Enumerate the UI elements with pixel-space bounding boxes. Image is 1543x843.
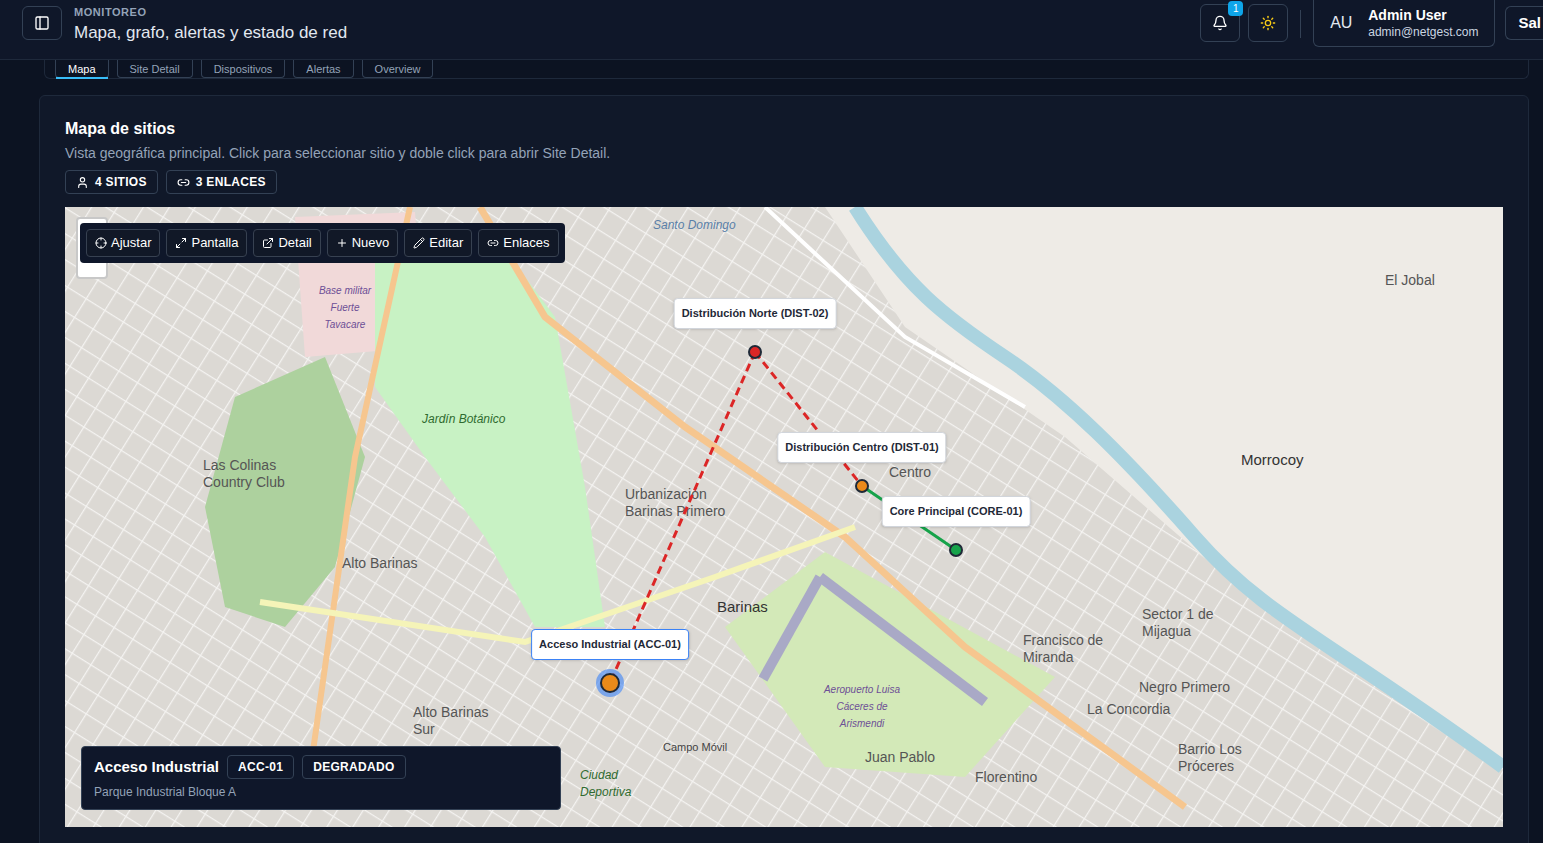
count-icon (76, 176, 89, 189)
count-icon (177, 176, 190, 189)
page-title: Mapa, grafo, alertas y estado de red (74, 21, 347, 45)
section-label: MONITOREO (74, 4, 347, 21)
count-badges: 4 SITIOS 3 ENLACES (65, 170, 1503, 194)
site-marker[interactable] (855, 479, 869, 493)
bell-icon (1212, 15, 1228, 31)
map-label: Alto Barinas (342, 555, 417, 572)
user-box[interactable]: AU Admin Useradmin@netgest.com (1313, 0, 1495, 47)
map[interactable]: Santo Domingo El Jobal Morrocoy Jardín Botá… (65, 207, 1503, 827)
count-badge: 4 SITIOS (65, 170, 158, 194)
selection-status: DEGRADADO (302, 755, 405, 779)
toolbar-icon (175, 237, 187, 249)
toolbar-icon (487, 237, 499, 249)
tab[interactable]: Dispositivos (201, 60, 286, 78)
map-label: Barrio Los Próceres (1178, 741, 1258, 775)
map-label: Morrocoy (1241, 451, 1304, 468)
toolbar-button[interactable]: Nuevo (327, 229, 399, 257)
site-marker[interactable] (949, 543, 963, 557)
map-label: Juan Pablo (865, 749, 935, 766)
theme-button[interactable] (1248, 4, 1288, 42)
tab[interactable]: Mapa (55, 60, 109, 78)
notifications-button[interactable]: 1 (1200, 4, 1240, 42)
selection-code: ACC-01 (227, 755, 294, 779)
selection-name: Acceso Industrial (94, 756, 219, 779)
notification-badge: 1 (1228, 1, 1243, 16)
site-marker[interactable] (748, 345, 762, 359)
user-avatar: AU (1326, 8, 1356, 38)
page-heading: MONITOREOMapa, grafo, alertas y estado d… (74, 4, 347, 45)
user-info: Admin Useradmin@netgest.com (1368, 6, 1482, 40)
tab[interactable]: Overview (362, 60, 434, 78)
site-marker[interactable] (600, 673, 620, 693)
map-label: Campo Móvil (663, 739, 727, 756)
app: MONITOREOMapa, grafo, alertas y estado d… (0, 0, 1543, 843)
toolbar-button[interactable]: Editar (404, 229, 472, 257)
map-label: Francisco de Miranda (1023, 632, 1118, 666)
selection-header: Acceso Industrial ACC-01 DEGRADADO (94, 755, 548, 779)
tab-bar: Mapa Site Detail Dispositivos Alertas Overvi… (44, 60, 1529, 79)
site-label[interactable]: Acceso Industrial (ACC-01) (531, 629, 689, 660)
tab[interactable]: Site Detail (117, 60, 193, 78)
selection-location: Parque Industrial Bloque A (94, 783, 548, 801)
site-label[interactable]: Distribución Norte (DIST-02) (674, 298, 837, 329)
toolbar-button[interactable]: Enlaces (478, 229, 558, 257)
site-link[interactable] (755, 352, 862, 486)
map-label: Jardín Botánico (422, 411, 505, 428)
map-label: Centro (889, 464, 931, 481)
header-actions: 1 AU Admin Useradmin@netgest.com Sal (1200, 0, 1543, 47)
count-badge: 3 ENLACES (166, 170, 277, 194)
toolbar-icon (413, 237, 425, 249)
map-label: Florentino (975, 769, 1037, 786)
map-label: Las Colinas Country Club (203, 457, 298, 491)
toolbar-button[interactable]: Pantalla (166, 229, 247, 257)
map-label: Santo Domingo (653, 217, 736, 234)
sun-icon (1260, 15, 1276, 31)
toolbar-button[interactable]: Detail (253, 229, 320, 257)
map-label: Aeropuerto Luisa Cáceres de Arismendi (817, 681, 907, 732)
map-toolbar: AjustarPantallaDetailNuevoEditarEnlaces (80, 223, 565, 263)
map-label: Sector 1 de Mijagua (1142, 606, 1227, 640)
tab-underline (56, 77, 108, 79)
panel-icon (34, 15, 50, 31)
tab[interactable]: Alertas (293, 60, 353, 78)
card-subtitle: Vista geográfica principal. Click para s… (65, 143, 1503, 164)
toolbar-button[interactable]: Ajustar (86, 229, 160, 257)
toolbar-icon (262, 237, 274, 249)
map-label: Barinas (717, 598, 768, 615)
map-label: El Jobal (1385, 272, 1435, 289)
content: Mapa Site Detail Dispositivos Alertas Overvi… (0, 60, 1543, 843)
map-label: Alto Barinas Sur (413, 704, 493, 738)
map-label: La Concordia (1087, 701, 1170, 718)
top-bar: MONITOREOMapa, grafo, alertas y estado d… (0, 0, 1543, 60)
toolbar-icon (336, 237, 348, 249)
toolbar-icon (95, 237, 107, 249)
selection-panel: Acceso Industrial ACC-01 DEGRADADO Parque I… (81, 746, 561, 810)
site-label[interactable]: Core Principal (CORE-01) (882, 496, 1031, 527)
map-label: Urbanización Barinas Primero (625, 486, 740, 520)
divider (1300, 10, 1301, 38)
user-name: Admin User (1368, 6, 1478, 24)
card-title: Mapa de sitios (65, 118, 1503, 140)
map-card: Mapa de sitios Vista geográfica principal… (39, 95, 1529, 843)
map-label: Base militar Fuerte Tavacare (310, 282, 380, 333)
sidebar-toggle[interactable] (22, 6, 62, 40)
user-email: admin@netgest.com (1368, 24, 1478, 40)
logout-button[interactable]: Sal (1505, 6, 1543, 40)
map-label: Ciudad Deportiva (580, 767, 640, 801)
map-label: Negro Primero (1139, 679, 1230, 696)
site-label[interactable]: Distribución Centro (DIST-01) (777, 432, 946, 463)
